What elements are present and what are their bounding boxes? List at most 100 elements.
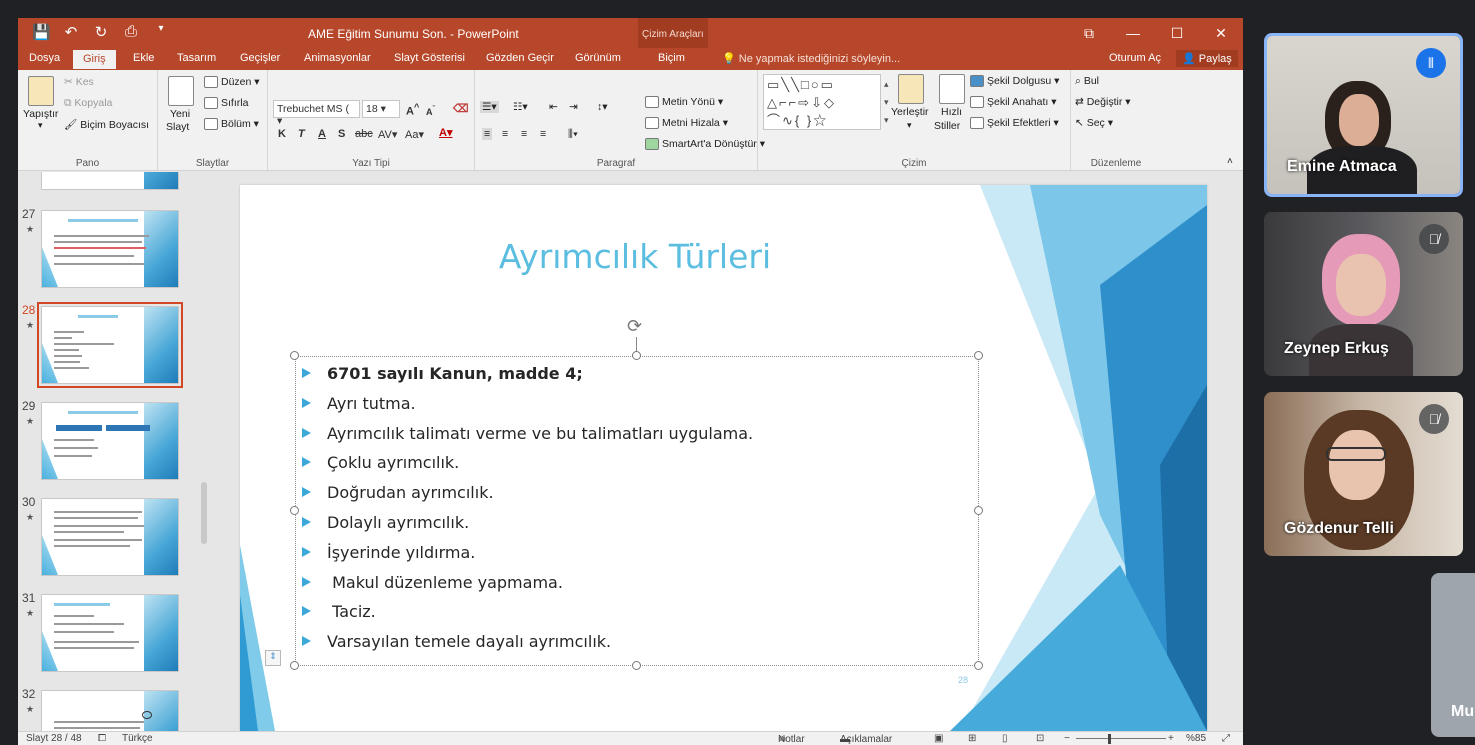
cut-button[interactable]: ✂ Kes <box>64 76 94 88</box>
change-case-icon[interactable]: Aa▾ <box>405 128 424 141</box>
tab-animations[interactable]: Animasyonlar <box>304 52 371 64</box>
bold-icon[interactable]: K <box>278 128 286 140</box>
slide-thumbnail-30[interactable] <box>41 498 179 576</box>
numbering-icon[interactable]: ☷▾ <box>513 101 528 113</box>
bullet-item[interactable]: Doğrudan ayrımcılık. <box>302 478 753 508</box>
align-left-icon[interactable]: ≡ <box>482 128 493 140</box>
resize-handle[interactable] <box>290 351 299 360</box>
shadow-icon[interactable]: S <box>338 128 345 140</box>
slide-thumbnail-28[interactable] <box>37 302 183 388</box>
slide-counter[interactable]: Slayt 28 / 48 <box>26 733 82 744</box>
reset-button[interactable]: Sıfırla <box>204 97 248 110</box>
slide-title[interactable]: Ayrımcılık Türleri <box>240 237 1030 276</box>
clear-formatting-icon[interactable]: ⌫ <box>453 102 469 115</box>
participant-tile[interactable]: 🎙̸ Zeynep Erkuş <box>1264 212 1463 376</box>
increase-indent-icon[interactable]: ⇥ <box>569 101 578 113</box>
resize-handle[interactable] <box>974 506 983 515</box>
replace-button[interactable]: ⇄ Değiştir ▾ <box>1075 96 1131 108</box>
columns-icon[interactable]: ⫼▾ <box>568 128 578 141</box>
align-text-button[interactable]: Metni Hizala ▾ <box>645 117 728 130</box>
zoom-in-button[interactable]: + <box>1168 733 1174 744</box>
resize-handle[interactable] <box>974 351 983 360</box>
text-direction-button[interactable]: Metin Yönü ▾ <box>645 96 723 109</box>
sign-in-link[interactable]: Oturum Aç <box>1109 52 1161 64</box>
bullet-item[interactable]: Ayrımcılık talimatı verme ve bu talimatl… <box>302 419 753 449</box>
editor-scrollbar[interactable] <box>1232 172 1243 731</box>
bullet-item[interactable]: İşyerinde yıldırma. <box>302 538 753 568</box>
tab-design[interactable]: Tasarım <box>177 52 216 64</box>
shrink-font-icon[interactable]: Aˇ <box>426 104 435 117</box>
slide-sorter-icon[interactable]: ⊞ <box>968 733 976 744</box>
tab-view[interactable]: Görünüm <box>575 52 621 64</box>
format-painter-button[interactable]: 🖌 Biçim Boyacısı <box>64 118 149 131</box>
copy-button[interactable]: ⧉ Kopyala <box>64 97 112 110</box>
slide-thumbnail-32[interactable] <box>41 690 179 731</box>
grow-font-icon[interactable]: A^ <box>406 102 419 118</box>
underline-icon[interactable]: A <box>318 128 326 140</box>
shapes-gallery-scroll-icon[interactable]: ▴ ▾ ▾ <box>884 75 889 129</box>
participant-tile[interactable]: ⦀ Emine Atmaca <box>1264 33 1463 197</box>
zoom-slider[interactable] <box>1076 738 1166 739</box>
slide-thumbnail-26[interactable] <box>41 172 179 190</box>
zoom-level[interactable]: %85 <box>1186 733 1206 744</box>
save-icon[interactable]: 💾 <box>32 23 51 41</box>
zoom-slider-thumb[interactable] <box>1108 734 1111 744</box>
language[interactable]: Türkçe <box>122 733 153 744</box>
undo-icon[interactable]: ↶ <box>62 23 80 41</box>
select-button[interactable]: ↖ Seç ▾ <box>1075 117 1113 129</box>
tab-home[interactable]: Giriş <box>73 50 116 69</box>
section-button[interactable]: Bölüm ▾ <box>204 118 259 131</box>
bullet-item[interactable]: Çoklu ayrımcılık. <box>302 448 753 478</box>
justify-icon[interactable]: ≡ <box>540 128 546 140</box>
fit-to-window-icon[interactable]: ⤢ <box>1222 733 1230 744</box>
quick-styles-label-1[interactable]: Hızlı <box>941 106 962 118</box>
arrange-icon[interactable] <box>898 74 924 104</box>
resize-handle[interactable] <box>290 661 299 670</box>
tab-review[interactable]: Gözden Geçir <box>486 52 554 64</box>
autofit-options-icon[interactable]: ⇕ <box>265 650 281 666</box>
char-spacing-icon[interactable]: AV▾ <box>378 128 397 141</box>
bullets-icon[interactable]: ☰▾ <box>480 101 499 113</box>
italic-icon[interactable]: T <box>298 128 305 140</box>
participant-tile[interactable]: 🎙̸ Gözdenur Telli <box>1264 392 1463 556</box>
tab-slide-show[interactable]: Slayt Gösterisi <box>394 52 465 64</box>
bullet-item[interactable]: Ayrı tutma. <box>302 389 753 419</box>
line-spacing-icon[interactable]: ↕▾ <box>597 101 608 113</box>
thumbnails-scrollbar[interactable] <box>198 172 210 745</box>
shape-effects-button[interactable]: Şekil Efektleri ▾ <box>970 117 1059 130</box>
tab-insert[interactable]: Ekle <box>133 52 154 64</box>
normal-view-icon[interactable]: ▣ <box>934 733 943 744</box>
smartart-button[interactable]: SmartArt'a Dönüştür ▾ <box>645 138 765 151</box>
paste-dropdown-icon[interactable]: ▾ <box>38 120 43 131</box>
new-slide-icon[interactable] <box>168 76 194 106</box>
customize-qat-icon[interactable]: ▾ <box>152 23 170 41</box>
resize-handle[interactable] <box>974 661 983 670</box>
bullet-item[interactable]: Makul düzenleme yapmama. <box>302 568 753 598</box>
tell-me-search[interactable]: 💡 Ne yapmak istediğinizi söyleyin... <box>722 52 900 65</box>
font-size-combo[interactable]: 18 ▾ <box>362 100 400 118</box>
start-presentation-icon[interactable]: ⎙ <box>122 23 140 41</box>
align-center-icon[interactable]: ≡ <box>502 128 508 140</box>
bullet-item[interactable]: Varsayılan temele dayalı ayrımcılık. <box>302 627 753 657</box>
share-button[interactable]: 👤 Paylaş <box>1176 50 1238 67</box>
resize-handle[interactable] <box>290 506 299 515</box>
tab-file[interactable]: Dosya <box>29 52 60 64</box>
spelling-icon[interactable]: ⧠ <box>98 733 106 744</box>
current-slide[interactable]: Ayrımcılık Türleri ⟳ 6701 sayılı Kanun, … <box>240 185 1207 731</box>
thumbnails-scrollbar-thumb[interactable] <box>201 482 207 544</box>
shapes-gallery[interactable]: ▭╲╲□○▭ △⌐⌐⇨⇩◇ ⌒∿{ }☆ <box>763 74 881 130</box>
zoom-out-button[interactable]: − <box>1064 733 1070 744</box>
tab-transitions[interactable]: Geçişler <box>240 52 280 64</box>
rotate-handle-icon[interactable]: ⟳ <box>627 316 642 337</box>
layout-button[interactable]: Düzen ▾ <box>204 76 260 89</box>
new-slide-label-1[interactable]: Yeni <box>170 108 190 120</box>
resize-handle[interactable] <box>632 661 641 670</box>
align-right-icon[interactable]: ≡ <box>521 128 527 140</box>
font-color-icon[interactable]: A▾ <box>439 126 452 139</box>
tab-format[interactable]: Biçim <box>658 52 685 64</box>
bullet-item[interactable]: Taciz. <box>302 597 753 627</box>
ribbon-display-options-icon[interactable]: ⧉ <box>1067 18 1111 48</box>
reading-view-icon[interactable]: ▯ <box>1002 733 1008 744</box>
participant-tile[interactable]: Mu <box>1431 573 1475 737</box>
paste-icon[interactable] <box>28 76 54 106</box>
